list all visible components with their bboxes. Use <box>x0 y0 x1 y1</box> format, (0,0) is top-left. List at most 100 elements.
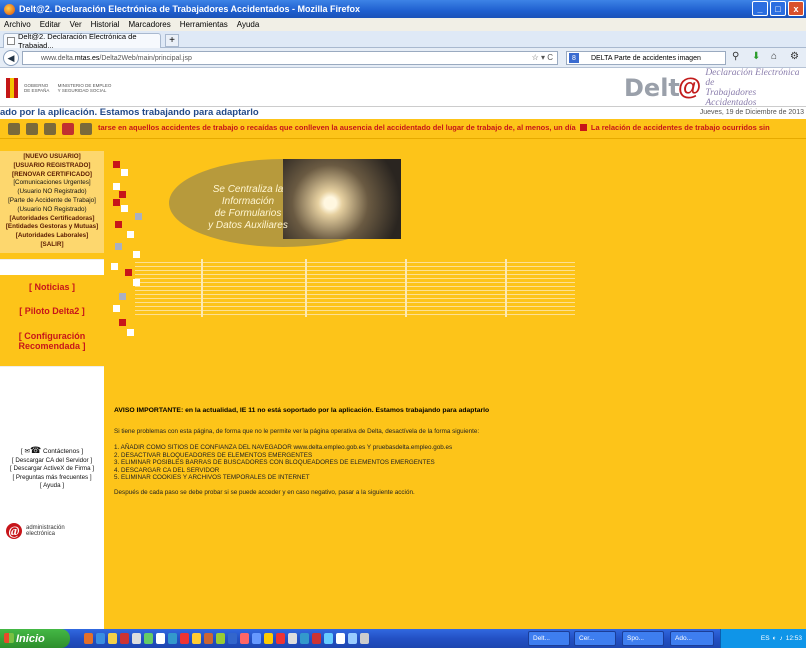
menu-archivo[interactable]: Archivo <box>4 20 31 29</box>
url-bar[interactable]: www.delta. mtas.es/Delta2Web/main/princip… <box>22 51 558 65</box>
web-page: GOBIERNO DE ESPAÑA MINISTERIO DE EMPLEO … <box>0 68 806 643</box>
app-icon[interactable] <box>192 633 201 644</box>
stripe-divider <box>305 259 307 317</box>
noticias-link[interactable]: [ Noticias ] <box>0 282 104 292</box>
addon-icon[interactable]: ⚙ <box>790 51 799 62</box>
banner-line-1: Se Centraliza la <box>212 184 284 195</box>
preguntas-link[interactable]: [ Preguntas más frecuentes ] <box>0 474 104 483</box>
menu-editar[interactable]: Editar <box>40 20 61 29</box>
stripe-divider <box>201 259 203 317</box>
url-domain: mtas.es <box>74 54 100 62</box>
app-icon[interactable] <box>336 633 345 644</box>
app-icon[interactable] <box>132 633 141 644</box>
search-input[interactable]: 8 DELTA Parte de accidentes imagen <box>566 51 726 65</box>
sidebar-item-entidades-gestoras[interactable]: [Entidades Gestoras y Mutuas] <box>0 223 104 232</box>
sidebar-extras: [ ✉☎ Contáctenos ] [ Descargar CA del Se… <box>0 446 104 491</box>
app-icon[interactable] <box>300 633 309 644</box>
app-icon[interactable] <box>360 633 369 644</box>
language-indicator[interactable]: ES <box>761 635 770 642</box>
download-icon[interactable]: ⬇ <box>752 51 760 62</box>
start-button[interactable]: Inicio <box>0 629 70 648</box>
app-icon[interactable] <box>228 633 237 644</box>
app-icon[interactable] <box>216 633 225 644</box>
search-icon[interactable]: ⚲ <box>732 51 739 62</box>
app-icon[interactable] <box>288 633 297 644</box>
current-date: Jueves, 19 de Diciembre de 2013 <box>699 109 804 116</box>
task-delta[interactable]: Delt... <box>528 631 570 646</box>
gov-label: GOBIERNO DE ESPAÑA <box>23 83 50 93</box>
task-ado[interactable]: Ado... <box>670 631 714 646</box>
app-icon[interactable] <box>264 633 273 644</box>
ie-icon[interactable] <box>96 633 105 644</box>
firefox-taskbar-icon[interactable] <box>84 633 93 644</box>
tab-delta[interactable]: Delt@2. Declaración Electrónica de Traba… <box>3 32 161 50</box>
app-icon[interactable] <box>168 633 177 644</box>
sidebar-item-nuevo-usuario[interactable]: [NUEVO USUARIO] <box>0 153 104 162</box>
sidebar-item-renovar-certificado[interactable]: [RENOVAR CERTIFICADO] <box>0 171 104 180</box>
contact-prefix: [ <box>20 448 23 455</box>
menu-historial[interactable]: Historial <box>91 20 120 29</box>
app-icon[interactable] <box>324 633 333 644</box>
search-engine-icon[interactable]: 8 <box>569 53 579 63</box>
admin-label-2: electrónica <box>26 531 56 537</box>
sidebar-item-autoridades-certificadoras[interactable]: [Autoridades Certificadoras] <box>0 215 104 224</box>
network-icon[interactable]: ◐ <box>773 635 777 642</box>
deco-square <box>121 205 128 212</box>
maximize-button[interactable]: □ <box>770 1 786 16</box>
app-icon[interactable] <box>312 633 321 644</box>
sidebar-item-comunicaciones-urgentes[interactable]: [Comunicaciones Urgentes] <box>0 179 104 188</box>
banner-line-3: de Formularios <box>214 208 282 219</box>
menu-ayuda[interactable]: Ayuda <box>237 20 260 29</box>
descargar-activex-link[interactable]: [ Descargar ActiveX de Firma ] <box>0 465 104 474</box>
sidebar-item-usuario-registrado[interactable]: [USUARIO REGISTRADO] <box>0 162 104 171</box>
administracion-electronica-logo[interactable]: @ administración electrónica <box>6 523 65 539</box>
balance-icon[interactable] <box>44 123 56 135</box>
new-tab-button[interactable]: + <box>165 34 179 47</box>
stripe-divider <box>405 259 407 317</box>
home-icon[interactable]: ⌂ <box>771 51 777 62</box>
folder-icon[interactable] <box>108 633 117 644</box>
deco-square <box>113 199 120 206</box>
deco-square <box>115 221 122 228</box>
app-icon[interactable] <box>180 633 189 644</box>
sidebar-item-salir[interactable]: [SALIR] <box>0 241 104 250</box>
spain-flag-icon <box>6 78 18 98</box>
sidebar-item-parte-accidente[interactable]: [Parte de Accidente de Trabajo] <box>0 197 104 206</box>
delta-small-icon[interactable] <box>8 123 20 135</box>
deco-square <box>111 263 118 270</box>
app-icon[interactable] <box>252 633 261 644</box>
app-icon[interactable] <box>156 633 165 644</box>
volume-icon[interactable]: ♪ <box>779 635 782 642</box>
gobierno-logo[interactable]: GOBIERNO DE ESPAÑA MINISTERIO DE EMPLEO … <box>6 77 114 99</box>
ticker-text-2: La relación de accidentes de trabajo ocu… <box>590 123 770 132</box>
clock[interactable]: 12:53 <box>786 635 802 642</box>
task-cer[interactable]: Cer... <box>574 631 616 646</box>
reload-icon[interactable]: ☆ ▾ C <box>532 53 553 62</box>
descargar-ca-link[interactable]: [ Descargar CA del Servidor ] <box>0 457 104 466</box>
app-icon[interactable] <box>144 633 153 644</box>
ayuda-link[interactable]: [ Ayuda ] <box>0 482 104 491</box>
app-icon[interactable] <box>240 633 249 644</box>
document-icon[interactable] <box>26 123 38 135</box>
tools-icon[interactable] <box>80 123 92 135</box>
sidebar-item-autoridades-laborales[interactable]: [Autoridades Laborales] <box>0 232 104 241</box>
configuracion-link[interactable]: [ Configuración Recomendada ] <box>0 331 104 351</box>
task-spo[interactable]: Spo... <box>622 631 664 646</box>
url-path: /Delta2Web/main/principal.jsp <box>99 54 192 62</box>
delta-logo[interactable]: Delt @ Declaración Electrónica de Trabaj… <box>624 68 806 108</box>
ministry-icon[interactable] <box>62 123 74 135</box>
piloto-delta2-link[interactable]: [ Piloto Delta2 ] <box>0 306 104 316</box>
menu-herramientas[interactable]: Herramientas <box>180 20 228 29</box>
menu-marcadores[interactable]: Marcadores <box>129 20 171 29</box>
app-icon[interactable] <box>204 633 213 644</box>
close-button[interactable]: x <box>788 1 804 16</box>
contact-link[interactable]: [ ✉☎ Contáctenos ] <box>0 446 104 457</box>
app-icon[interactable] <box>120 633 129 644</box>
app-icon[interactable] <box>348 633 357 644</box>
back-button[interactable]: ◀ <box>3 50 19 66</box>
menu-ver[interactable]: Ver <box>70 20 82 29</box>
deco-square <box>113 161 120 168</box>
minimize-button[interactable]: _ <box>752 1 768 16</box>
tab-bar: Delt@2. Declaración Electrónica de Traba… <box>0 31 806 50</box>
app-icon[interactable] <box>276 633 285 644</box>
